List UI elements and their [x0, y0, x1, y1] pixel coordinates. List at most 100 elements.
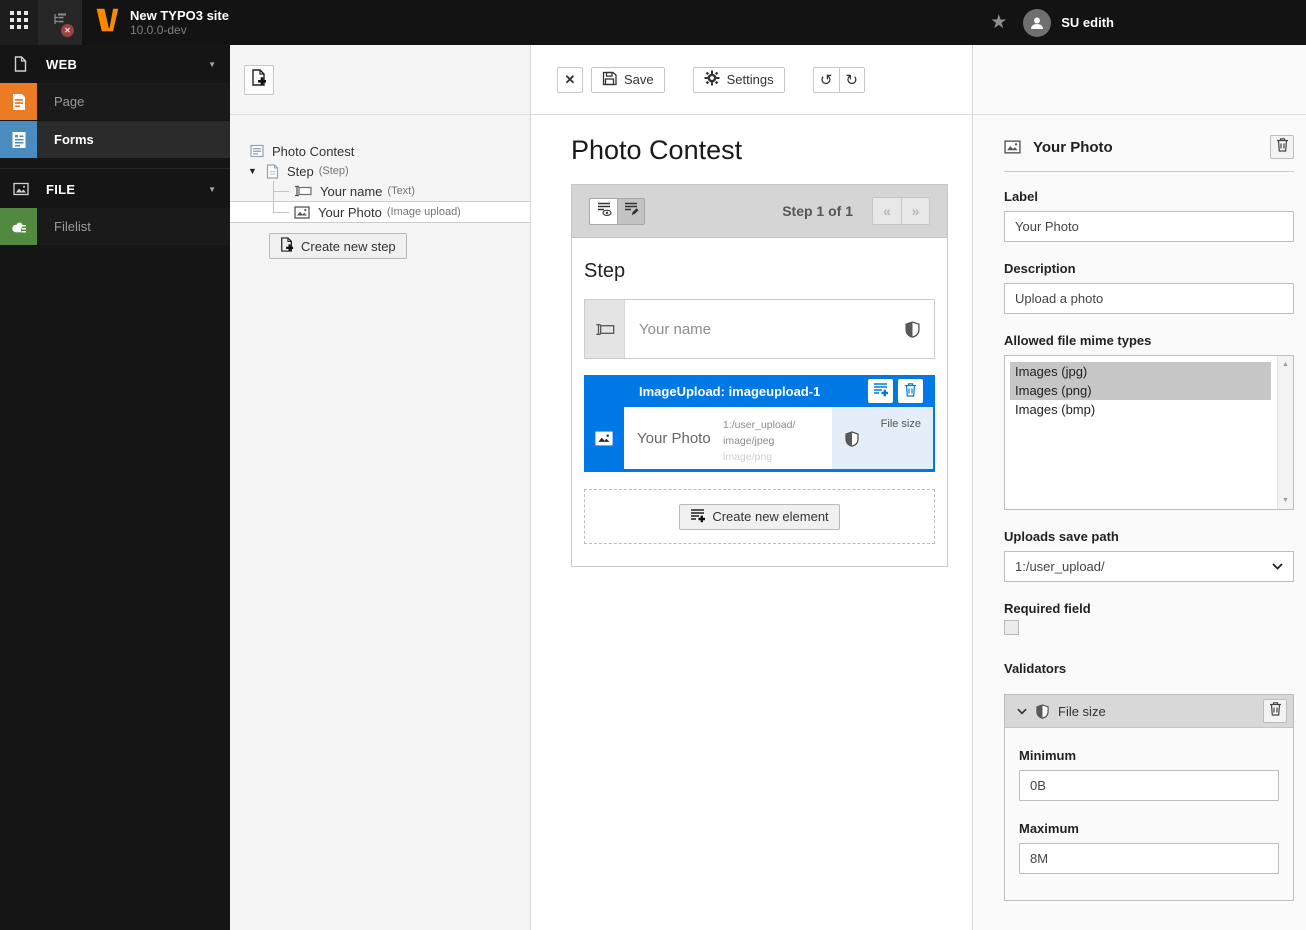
close-button[interactable]: ✕: [557, 66, 583, 93]
new-element-after-button[interactable]: [868, 379, 893, 403]
document-icon: [13, 56, 29, 72]
tree-item-label: Your name: [320, 183, 383, 199]
pagetree-toggle-button[interactable]: ✕: [38, 0, 82, 45]
bookmark-star-icon[interactable]: ★: [990, 11, 1007, 34]
create-new-step-button[interactable]: Create new step: [269, 233, 407, 259]
uploads-save-path-select[interactable]: 1:/user_upload/: [1004, 551, 1294, 582]
tree-item-your-name[interactable]: Your name (Text): [230, 181, 530, 201]
mime-types-listbox: Images (jpg) Images (png) Images (bmp) ▲…: [1004, 355, 1294, 510]
section-divider: [0, 158, 230, 169]
previous-step-button[interactable]: «: [872, 197, 901, 225]
selected-element-actions: [868, 379, 933, 403]
meta-mime-1: image/jpeg: [723, 435, 775, 447]
new-element-icon: [690, 508, 706, 526]
error-badge-icon: ✕: [61, 24, 74, 37]
description-input[interactable]: [1004, 283, 1294, 314]
sidebar-item-label: Page: [54, 94, 85, 109]
scroll-down-icon[interactable]: ▼: [1278, 497, 1293, 504]
stage-frame: Step 1 of 1 « » Step Your name ImageUplo…: [571, 184, 948, 567]
new-page-button[interactable]: [244, 64, 274, 95]
text-field-icon: [585, 300, 625, 358]
tree-item-type: (Image upload): [386, 206, 461, 218]
sidebar-item-page[interactable]: Page: [0, 83, 230, 120]
mime-option-jpg[interactable]: Images (jpg): [1010, 362, 1271, 381]
edit-mode-button[interactable]: [617, 197, 645, 225]
tree-item-step[interactable]: ▼ Step (Step): [230, 161, 530, 181]
shield-icon: [845, 431, 859, 452]
inspector-toolbar: [973, 45, 1306, 115]
preview-mode-button[interactable]: [589, 197, 617, 225]
stage-scroll-area: Photo Contest Step 1 of 1 « » Step Your …: [531, 115, 972, 567]
section-header-file[interactable]: FILE ▼: [0, 170, 230, 208]
caret-down-icon[interactable]: ▼: [248, 166, 260, 176]
selected-element-body: Your Photo 1:/user_upload/ image/jpeg im…: [584, 407, 933, 469]
redo-icon: ↻: [845, 71, 858, 89]
site-version: 10.0.0-dev: [130, 23, 187, 38]
required-checkbox[interactable]: [1004, 620, 1019, 635]
maximum-input[interactable]: [1019, 843, 1279, 874]
label-input[interactable]: [1004, 211, 1294, 242]
create-new-element-label: Create new element: [712, 509, 829, 524]
undo-button[interactable]: ↺: [812, 66, 839, 93]
mime-option-bmp[interactable]: Images (bmp): [1010, 400, 1271, 419]
tree-connector-line: [273, 181, 274, 213]
stage-toolbar: ✕ Save Settings ↺ ↻: [531, 45, 972, 115]
tree-item-form-root[interactable]: Photo Contest: [230, 141, 530, 161]
username: SU edith: [1061, 15, 1114, 30]
description-field-label: Description: [1004, 261, 1076, 276]
next-step-button[interactable]: »: [901, 197, 930, 225]
minimum-input[interactable]: [1019, 770, 1279, 801]
typo3-backend: ✕ New TYPO3 site 10.0.0-dev ★ SU edith W…: [0, 0, 1306, 930]
page-module-icon: [0, 83, 37, 120]
save-label: Save: [624, 72, 654, 87]
module-menu-toggle-button[interactable]: [0, 0, 38, 45]
delete-validator-button[interactable]: [1263, 699, 1287, 723]
sidebar-item-filelist[interactable]: Filelist: [0, 208, 230, 245]
sidebar-item-forms[interactable]: Forms: [0, 121, 230, 158]
new-page-icon: [280, 237, 294, 255]
minimum-label: Minimum: [1019, 748, 1077, 763]
step-icon: [266, 163, 279, 179]
validator-filesize: File size Minimum Maximum: [1004, 694, 1294, 901]
topbar-right: ★ SU edith: [990, 0, 1306, 45]
delete-element-button[interactable]: [1270, 135, 1294, 159]
forms-module-icon: [0, 121, 37, 158]
paginator-buttons: « »: [872, 197, 930, 225]
view-mode-toggle: [589, 197, 645, 225]
redo-button[interactable]: ↻: [838, 66, 865, 93]
topbar-left: ✕ New TYPO3 site 10.0.0-dev: [0, 0, 229, 45]
chevron-down-icon: [1017, 708, 1027, 715]
form-editor: Photo Contest ▼ Step (Step) Your name (T…: [230, 45, 1306, 930]
section-header-web[interactable]: WEB ▼: [0, 45, 230, 83]
tree-item-label: Your Photo: [318, 204, 382, 220]
tree-connector-stub: [273, 190, 289, 192]
delete-element-button[interactable]: [898, 379, 923, 403]
save-button[interactable]: Save: [591, 66, 665, 93]
mime-option-png[interactable]: Images (png): [1010, 381, 1271, 400]
module-menu: WEB ▼ Page Forms FILE ▼ Filelist: [0, 45, 230, 930]
user-menu[interactable]: SU edith: [1023, 8, 1114, 37]
undo-redo-group: ↺ ↻: [812, 66, 865, 93]
settings-button[interactable]: Settings: [692, 66, 785, 93]
typo3-logo: [94, 6, 120, 39]
listbox-scrollbar[interactable]: ▲ ▼: [1277, 356, 1293, 509]
text-field-icon: [294, 185, 312, 197]
tree-item-type: (Text): [387, 185, 415, 197]
new-element-icon: [873, 382, 888, 400]
scroll-up-icon[interactable]: ▲: [1278, 361, 1293, 368]
undo-icon: ↺: [819, 71, 833, 89]
shield-icon: [1036, 703, 1049, 719]
inspector-content: Your Photo Label Description Allowed fil…: [973, 115, 1306, 901]
validator-body: Minimum Maximum: [1005, 748, 1293, 900]
create-new-element-button[interactable]: Create new element: [679, 503, 840, 530]
element-meta: 1:/user_upload/ image/jpeg image/png: [723, 407, 795, 469]
tree-item-your-photo[interactable]: Your Photo (Image upload): [230, 201, 530, 223]
element-your-name[interactable]: Your name: [584, 299, 935, 359]
element-image-upload-selected[interactable]: ImageUpload: imageupload-1 Your Photo 1:…: [584, 375, 935, 472]
form-structure-tree: Photo Contest ▼ Step (Step) Your name (T…: [230, 141, 530, 259]
required-field-label: Required field: [1004, 601, 1091, 616]
meta-save-path: 1:/user_upload/: [723, 419, 796, 431]
apps-grid-icon: [10, 11, 28, 34]
validator-header[interactable]: File size: [1005, 695, 1293, 728]
stage-panel: ✕ Save Settings ↺ ↻ Photo Contest Step 1…: [531, 45, 972, 930]
